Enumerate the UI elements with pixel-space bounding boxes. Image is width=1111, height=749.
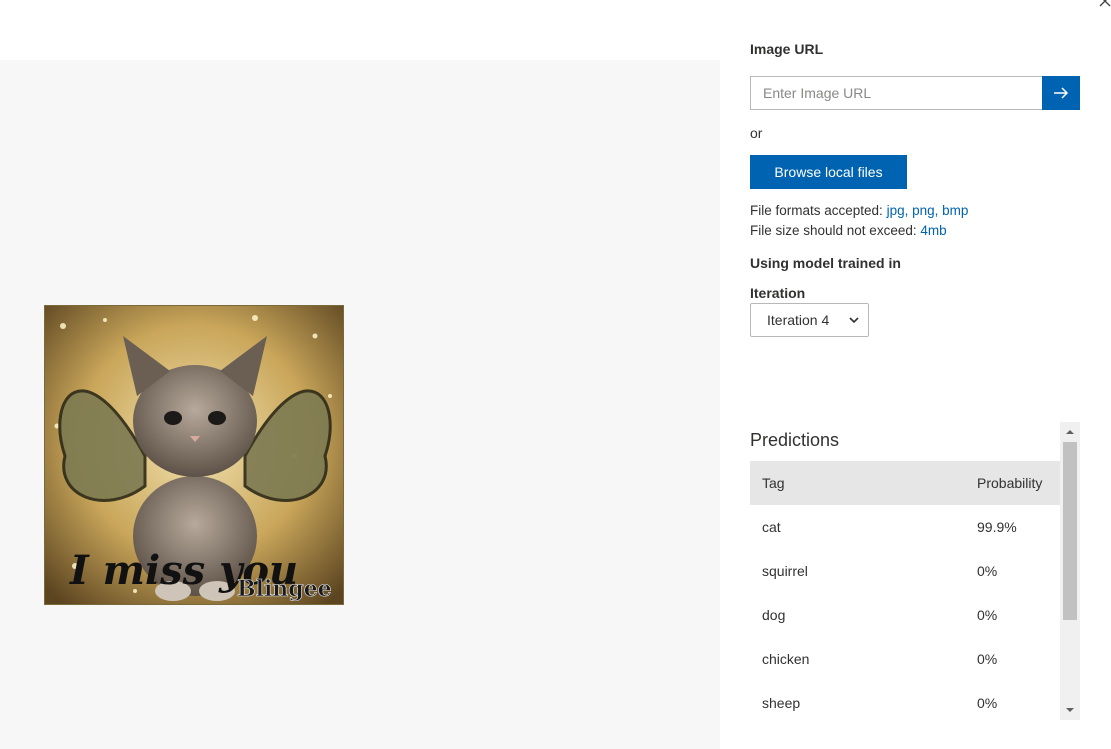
column-header-tag: Tag [762, 475, 785, 491]
table-row: sheep 0% [750, 681, 1060, 725]
file-size-info: File size should not exceed: 4mb [750, 223, 947, 238]
table-row: squirrel 0% [750, 549, 1060, 593]
tag-cell: sheep [762, 695, 801, 711]
tag-cell: chicken [762, 651, 810, 667]
arrow-right-icon [1054, 87, 1069, 99]
tag-cell: cat [762, 519, 781, 535]
iteration-label: Iteration [750, 285, 806, 301]
probability-cell: 0% [977, 563, 998, 579]
image-url-row [750, 76, 1080, 110]
image-preview-area: I miss you Blingee [0, 60, 720, 749]
image-url-label: Image URL [750, 41, 824, 57]
probability-cell: 99.9% [977, 519, 1017, 535]
file-formats-label: File formats accepted: [750, 203, 883, 218]
scroll-down-button[interactable] [1060, 700, 1080, 720]
triangle-down-icon [1066, 708, 1074, 712]
file-formats-info: File formats accepted: jpg, png, bmp [750, 203, 968, 218]
prediction-panel: Image URL or Browse local files File for… [750, 0, 1090, 749]
close-icon[interactable] [1098, 0, 1111, 8]
file-size-value: 4mb [920, 223, 947, 238]
image-url-input[interactable] [750, 76, 1042, 110]
table-row: cat 99.9% [750, 505, 1060, 549]
model-label: Using model trained in [750, 255, 901, 271]
predictions-title: Predictions [750, 430, 840, 450]
triangle-up-icon [1066, 430, 1074, 434]
submit-url-button[interactable] [1042, 76, 1080, 110]
predictions-table-header: Tag Probability [750, 461, 1060, 505]
image-watermark: Blingee [237, 576, 332, 602]
scroll-thumb[interactable] [1063, 442, 1077, 620]
uploaded-image: I miss you Blingee [44, 305, 344, 605]
column-header-probability: Probability [977, 475, 1043, 491]
iteration-selected-value: Iteration 4 [767, 312, 830, 328]
tag-cell: squirrel [762, 563, 808, 579]
iteration-dropdown[interactable]: Iteration 4 [750, 303, 869, 337]
table-row: chicken 0% [750, 637, 1060, 681]
or-separator: or [750, 125, 763, 141]
table-row: dog 0% [750, 593, 1060, 637]
predictions-scrollbar[interactable] [1060, 422, 1080, 720]
scroll-up-button[interactable] [1060, 422, 1080, 442]
probability-cell: 0% [977, 607, 998, 623]
chevron-down-icon [849, 317, 859, 324]
probability-cell: 0% [977, 651, 998, 667]
browse-local-files-button[interactable]: Browse local files [750, 155, 907, 189]
file-size-label: File size should not exceed: [750, 223, 917, 238]
tag-cell: dog [762, 607, 786, 623]
predictions-table: Tag Probability cat 99.9% squirrel 0% do… [750, 461, 1060, 725]
file-formats-value: jpg, png, bmp [886, 203, 969, 218]
probability-cell: 0% [977, 695, 998, 711]
